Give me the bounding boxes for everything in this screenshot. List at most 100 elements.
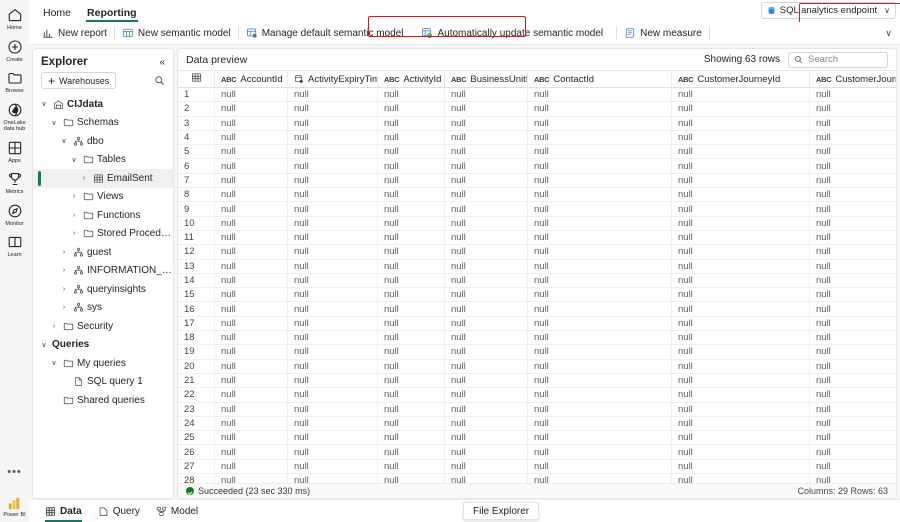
rail-item-apps[interactable]: Apps: [0, 139, 29, 165]
tree-node-queries[interactable]: ∨ Queries: [33, 336, 173, 355]
chevron-right-icon[interactable]: ›: [49, 323, 59, 330]
table-row[interactable]: 18 null null null null null null null: [178, 331, 896, 346]
cell-businessunitid: null: [445, 331, 528, 345]
table-row[interactable]: 21 null null null null null null null: [178, 373, 896, 389]
table-row[interactable]: 16 null null null null null null null: [178, 302, 896, 317]
table-row[interactable]: 23 null null null null null null null: [178, 402, 896, 417]
table-row[interactable]: 11 null null null null null null null: [178, 230, 896, 246]
table-row[interactable]: 12 null null null null null null null: [178, 245, 896, 260]
table-row[interactable]: 27 null null null null null null null: [178, 459, 896, 475]
chevron-down-icon[interactable]: ∨: [39, 100, 49, 108]
search-box[interactable]: [788, 51, 888, 68]
cell-customerjourneyid: null: [672, 145, 810, 159]
search-icon[interactable]: [154, 75, 165, 86]
chevron-down-icon[interactable]: ∨: [39, 341, 49, 349]
table-row[interactable]: 24 null null null null null null null: [178, 416, 896, 432]
column-header-activityexpirytime[interactable]: ActivityExpiryTime: [288, 71, 378, 87]
table-row[interactable]: 8 null null null null null null null: [178, 188, 896, 203]
tree-node-stored-procedur[interactable]: › Stored Procedur...: [33, 225, 173, 244]
column-header-customerjourney[interactable]: ABCCustomerJourney: [810, 71, 896, 87]
table-row[interactable]: 3 null null null null null null null: [178, 116, 896, 131]
object-explorer-tree[interactable]: ∨ CIJdata ∨ Schemas ∨ dbo ∨ Tables › EmailSent › Vi…: [33, 95, 173, 498]
rail-item-learn[interactable]: Learn: [0, 233, 29, 259]
bottom-tab-data[interactable]: Data: [37, 500, 90, 522]
table-row[interactable]: 2 null null null null null null null: [178, 102, 896, 117]
column-header-customerjourneyid[interactable]: ABC CustomerJourneyId: [672, 71, 810, 87]
table-row[interactable]: 19 null null null null null null null: [178, 345, 896, 360]
tree-node-schemas[interactable]: ∨ Schemas: [33, 114, 173, 133]
tree-node-dbo[interactable]: ∨ dbo: [33, 132, 173, 151]
table-row[interactable]: 20 null null null null null null null: [178, 359, 896, 374]
table-row[interactable]: 7 null null null null null null null: [178, 173, 896, 189]
chevron-right-icon[interactable]: ›: [59, 304, 69, 311]
ribbon-expand-chevron-icon[interactable]: ∨: [885, 28, 892, 39]
rail-item-metrics[interactable]: Metrics: [0, 170, 29, 196]
chevron-right-icon[interactable]: ›: [79, 175, 89, 182]
bottom-tab-query[interactable]: Query: [90, 500, 148, 522]
column-header-businessunitid[interactable]: ABC BusinessUnitId: [445, 71, 528, 87]
manage-default-semantic-model-button[interactable]: Manage default semantic model: [239, 24, 411, 43]
table-row[interactable]: 10 null null null null null null null: [178, 216, 896, 231]
tree-node-security[interactable]: › Security: [33, 317, 173, 336]
cell-activityid: null: [378, 88, 445, 102]
folder-icon: [82, 191, 94, 203]
chevron-right-icon[interactable]: ›: [59, 249, 69, 256]
rail-item-onelake-data-hub[interactable]: OneLake data hub: [0, 101, 29, 133]
tree-node-information-sche[interactable]: › INFORMATION_SCHE...: [33, 262, 173, 281]
chevron-right-icon[interactable]: ›: [59, 286, 69, 293]
chevron-right-icon[interactable]: ›: [69, 230, 79, 237]
chevron-down-icon[interactable]: ∨: [69, 156, 79, 164]
data-grid-body[interactable]: 1 null null null null null null null 2 null null nu…: [178, 88, 896, 483]
chevron-down-icon[interactable]: ∨: [49, 359, 59, 367]
table-row[interactable]: 17 null null null null null null null: [178, 316, 896, 332]
column-header-activityid[interactable]: ABC ActivityId: [378, 71, 445, 87]
table-row[interactable]: 26 null null null null null null null: [178, 445, 896, 460]
tree-node-sql-query-1[interactable]: SQL query 1: [33, 373, 173, 392]
tree-node-functions[interactable]: › Functions: [33, 206, 173, 225]
sql-analytics-endpoint-dropdown[interactable]: SQL analytics endpoint ∨: [760, 2, 896, 19]
rail-more-button[interactable]: •••: [7, 466, 22, 478]
tree-node-sys[interactable]: › sys: [33, 299, 173, 318]
tree-node-cijdata[interactable]: ∨ CIJdata: [33, 95, 173, 114]
column-header-accountid[interactable]: ABC AccountId: [215, 71, 288, 87]
table-row[interactable]: 9 null null null null null null null: [178, 202, 896, 217]
folder-icon: [82, 209, 94, 221]
search-input[interactable]: [808, 54, 882, 65]
table-row[interactable]: 6 null null null null null null null: [178, 159, 896, 174]
table-row[interactable]: 5 null null null null null null null: [178, 145, 896, 160]
tree-node-my-queries[interactable]: ∨ My queries: [33, 354, 173, 373]
chevron-right-icon[interactable]: ›: [69, 212, 79, 219]
tree-node-tables[interactable]: ∨ Tables: [33, 151, 173, 170]
rail-item-home[interactable]: Home: [0, 6, 29, 32]
auto-update-semantic-model-button[interactable]: Automatically update semantic model: [414, 24, 610, 43]
new-report-button[interactable]: New report: [35, 24, 114, 43]
table-row[interactable]: 22 null null null null null null null: [178, 388, 896, 403]
tab-home[interactable]: Home: [35, 7, 79, 22]
new-semantic-model-button[interactable]: New semantic model: [115, 24, 238, 43]
tree-node-views[interactable]: › Views: [33, 188, 173, 207]
column-header-contactid[interactable]: ABC ContactId: [528, 71, 672, 87]
tree-node-emailsent[interactable]: › EmailSent: [33, 169, 173, 188]
chevron-right-icon[interactable]: ›: [59, 267, 69, 274]
table-row[interactable]: 28 null null null null null null null: [178, 474, 896, 483]
rail-item-create[interactable]: Create: [0, 38, 29, 64]
rail-item-monitor[interactable]: Monitor: [0, 202, 29, 228]
table-row[interactable]: 1 null null null null null null null: [178, 88, 896, 103]
tree-node-shared-queries[interactable]: Shared queries: [33, 391, 173, 410]
new-measure-button[interactable]: New measure: [617, 24, 709, 43]
table-row[interactable]: 4 null null null null null null null: [178, 130, 896, 146]
tree-node-guest[interactable]: › guest: [33, 243, 173, 262]
collapse-panel-icon[interactable]: «: [159, 57, 165, 68]
table-row[interactable]: 13 null null null null null null null: [178, 259, 896, 274]
bottom-tab-model[interactable]: Model: [148, 500, 206, 522]
chevron-right-icon[interactable]: ›: [69, 193, 79, 200]
tab-reporting[interactable]: Reporting: [79, 7, 145, 22]
chevron-down-icon[interactable]: ∨: [59, 137, 69, 145]
table-row[interactable]: 15 null null null null null null null: [178, 288, 896, 303]
tree-node-queryinsights[interactable]: › queryinsights: [33, 280, 173, 299]
rail-item-browse[interactable]: Browse: [0, 69, 29, 95]
warehouses-button[interactable]: + Warehouses: [41, 72, 117, 89]
table-row[interactable]: 14 null null null null null null null: [178, 273, 896, 289]
table-row[interactable]: 25 null null null null null null null: [178, 431, 896, 446]
chevron-down-icon[interactable]: ∨: [49, 119, 59, 127]
